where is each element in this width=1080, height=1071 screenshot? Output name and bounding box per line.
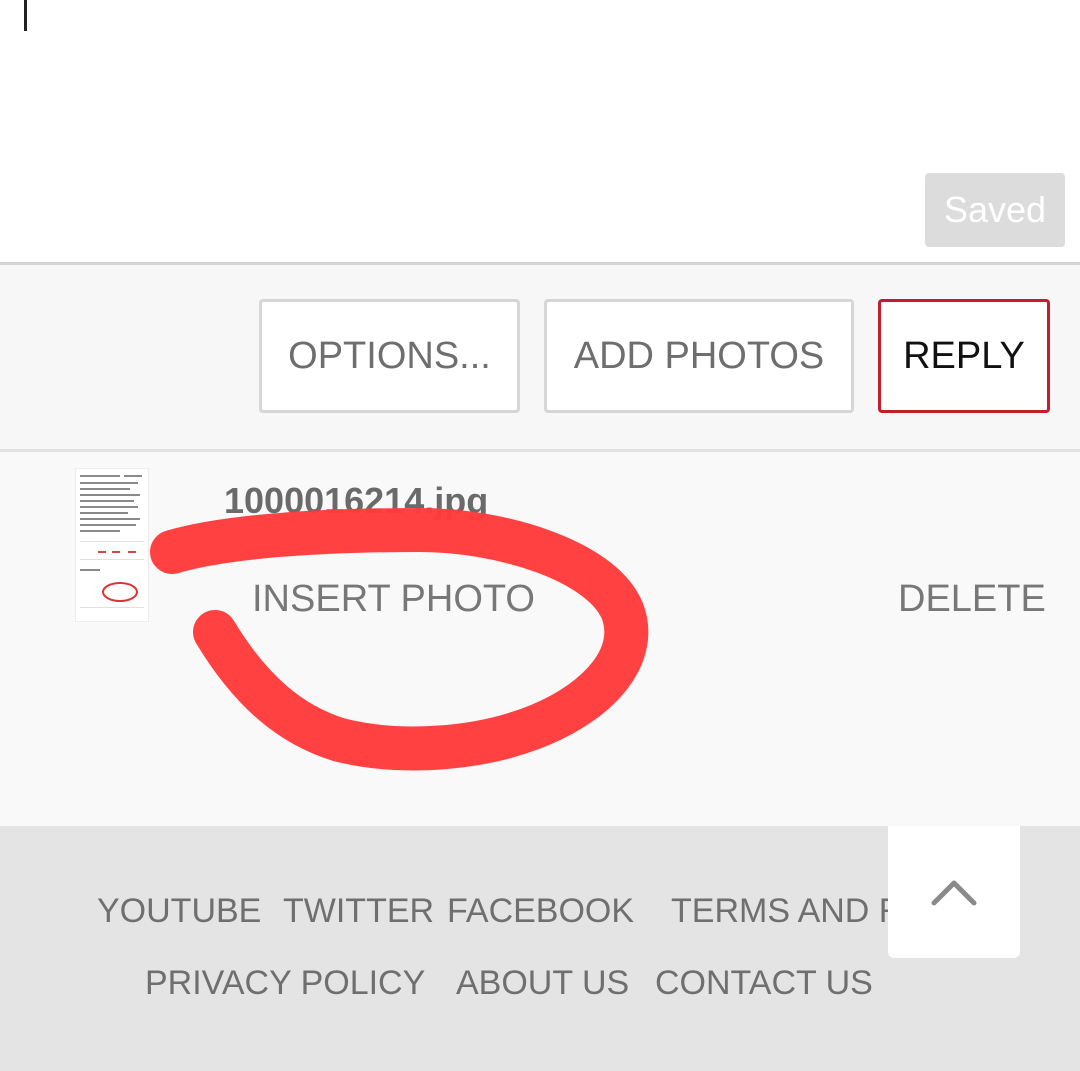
- add-photos-button[interactable]: ADD PHOTOS: [544, 299, 854, 413]
- photo-thumbnail[interactable]: [75, 468, 149, 622]
- reply-editor[interactable]: Saved: [0, 0, 1080, 262]
- options-button[interactable]: OPTIONS...: [259, 299, 520, 413]
- reply-toolbar: OPTIONS... ADD PHOTOS REPLY: [0, 265, 1080, 450]
- footer-link-youtube[interactable]: YOUTUBE: [97, 892, 261, 931]
- footer-link-privacy[interactable]: PRIVACY POLICY: [145, 964, 425, 1003]
- page: Saved OPTIONS... ADD PHOTOS REPLY 100001…: [0, 0, 1080, 1071]
- reply-button[interactable]: REPLY: [878, 299, 1050, 413]
- insert-photo-link[interactable]: INSERT PHOTO: [252, 578, 535, 621]
- chevron-up-icon: [931, 880, 977, 906]
- attachment-panel: 1000016214.jpg INSERT PHOTO DELETE: [0, 452, 1080, 826]
- attachment-filename: 1000016214.jpg: [224, 480, 489, 521]
- footer-link-about[interactable]: ABOUT US: [456, 964, 629, 1003]
- footer-link-contact[interactable]: CONTACT US: [655, 964, 873, 1003]
- footer-link-facebook[interactable]: FACEBOOK: [447, 892, 634, 931]
- footer-link-twitter[interactable]: TWITTER: [283, 892, 434, 931]
- delete-photo-link[interactable]: DELETE: [898, 578, 1046, 621]
- text-caret: [24, 0, 27, 31]
- scroll-to-top-button[interactable]: [888, 826, 1020, 958]
- saved-badge: Saved: [925, 173, 1065, 247]
